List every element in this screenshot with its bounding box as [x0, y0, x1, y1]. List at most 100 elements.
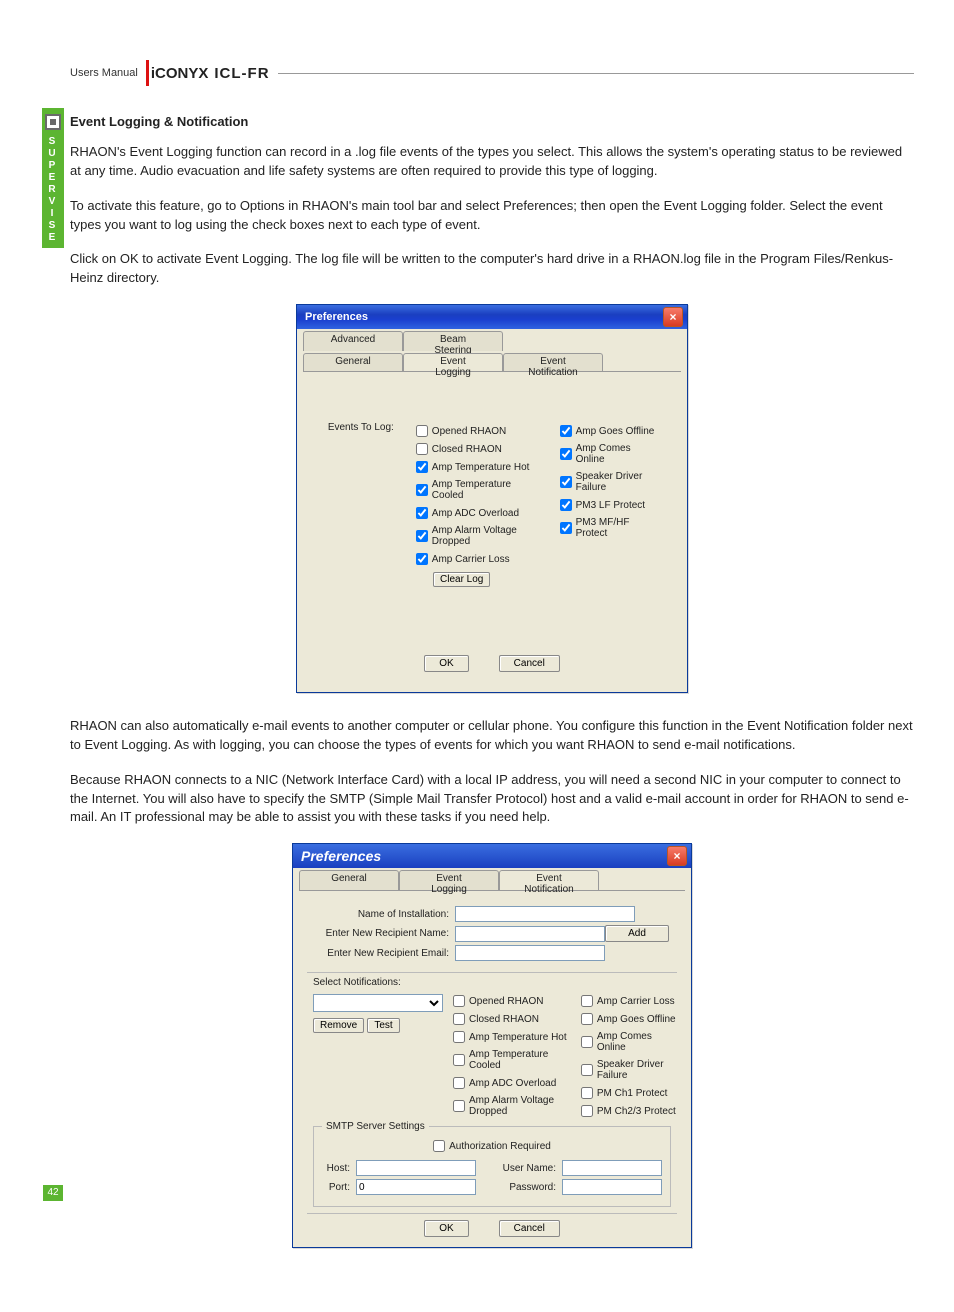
- notifications-select[interactable]: [313, 994, 443, 1012]
- checkbox-input[interactable]: [581, 995, 593, 1007]
- checkbox-input[interactable]: [453, 1077, 465, 1089]
- d1col2-check[interactable]: Amp Comes Online: [560, 443, 659, 465]
- titlebar[interactable]: Preferences ×: [293, 844, 691, 868]
- checkbox-input[interactable]: [581, 1105, 593, 1117]
- paragraph: Because RHAON connects to a NIC (Network…: [70, 771, 914, 828]
- host-label: Host:: [322, 1163, 356, 1174]
- password-input[interactable]: [562, 1179, 662, 1195]
- ok-button[interactable]: OK: [424, 655, 468, 672]
- checkbox-input[interactable]: [416, 425, 428, 437]
- d1col1-check[interactable]: Amp Temperature Hot: [416, 461, 538, 473]
- port-label: Port:: [322, 1182, 356, 1193]
- checkbox-input[interactable]: [453, 1013, 465, 1025]
- checkbox-input[interactable]: [560, 499, 572, 511]
- checkbox-input[interactable]: [416, 507, 428, 519]
- checkbox-label: Amp Comes Online: [597, 1031, 677, 1053]
- username-label: User Name:: [498, 1163, 562, 1174]
- checkbox-input[interactable]: [453, 995, 465, 1007]
- checkbox-input[interactable]: [453, 1054, 465, 1066]
- checkbox-label: Opened RHAON: [469, 996, 543, 1007]
- cancel-button[interactable]: Cancel: [499, 655, 560, 672]
- tabs: General Event Logging Event Notification: [293, 868, 691, 890]
- username-input[interactable]: [562, 1160, 662, 1176]
- checkbox-input[interactable]: [416, 530, 428, 542]
- d2col2-check[interactable]: PM Ch1 Protect: [581, 1087, 677, 1099]
- tab-event-logging[interactable]: Event Logging: [403, 353, 503, 371]
- checkbox-input[interactable]: [581, 1087, 593, 1099]
- checkbox-label: Amp Carrier Loss: [597, 996, 675, 1007]
- tab-beam-steering[interactable]: Beam Steering: [403, 331, 503, 351]
- smtp-group: SMTP Server Settings Authorization Requi…: [313, 1126, 671, 1207]
- dialog-title: Preferences: [305, 311, 663, 323]
- recipient-name-input[interactable]: [455, 926, 605, 942]
- side-tab: SUPERVISE: [42, 108, 64, 248]
- checkbox-input[interactable]: [416, 484, 428, 496]
- recipient-email-input[interactable]: [455, 945, 605, 961]
- d1col2-check[interactable]: Amp Goes Offline: [560, 425, 659, 437]
- d2col1-check[interactable]: Closed RHAON: [453, 1013, 571, 1025]
- checkbox-label: PM Ch1 Protect: [597, 1088, 668, 1099]
- host-input[interactable]: [356, 1160, 476, 1176]
- d2col1-check[interactable]: Amp Temperature Cooled: [453, 1049, 571, 1071]
- tab-icon: [45, 114, 61, 130]
- name-install-input[interactable]: [455, 906, 635, 922]
- paragraph: RHAON's Event Logging function can recor…: [70, 143, 914, 181]
- checkbox-input[interactable]: [581, 1036, 593, 1048]
- d1col1-check[interactable]: Closed RHAON: [416, 443, 538, 455]
- checkbox-input[interactable]: [560, 448, 572, 460]
- checkbox-input[interactable]: [453, 1100, 465, 1112]
- checkbox-input[interactable]: [581, 1064, 593, 1076]
- tab-general[interactable]: General: [299, 870, 399, 890]
- d1col1-check[interactable]: Amp Alarm Voltage Dropped: [416, 525, 538, 547]
- d2col1-check[interactable]: Amp Temperature Hot: [453, 1031, 571, 1043]
- d2col2-check[interactable]: Amp Comes Online: [581, 1031, 677, 1053]
- tab-event-logging[interactable]: Event Logging: [399, 870, 499, 890]
- checkbox-label: Speaker Driver Failure: [576, 471, 659, 493]
- d2col2-check[interactable]: PM Ch2/3 Protect: [581, 1105, 677, 1117]
- close-button[interactable]: ×: [667, 846, 687, 866]
- tab-advanced[interactable]: Advanced: [303, 331, 403, 351]
- remove-button[interactable]: Remove: [313, 1018, 364, 1033]
- tab-general[interactable]: General: [303, 353, 403, 371]
- checkbox-input[interactable]: [560, 425, 572, 437]
- auth-required-checkbox[interactable]: Authorization Required: [433, 1140, 551, 1152]
- checkbox-input[interactable]: [453, 1031, 465, 1043]
- header-rule: [278, 73, 914, 74]
- d2col2-check[interactable]: Amp Carrier Loss: [581, 995, 677, 1007]
- d1col1-check[interactable]: Amp Carrier Loss: [416, 553, 538, 565]
- select-notifications-label: Select Notifications:: [307, 975, 677, 990]
- side-tab-letters: SUPERVISE: [42, 136, 64, 244]
- port-input[interactable]: [356, 1179, 476, 1195]
- checkbox-label: Amp Carrier Loss: [432, 554, 510, 565]
- d2col1-check[interactable]: Amp ADC Overload: [453, 1077, 571, 1089]
- checkbox-label: Amp Temperature Cooled: [432, 479, 538, 501]
- checkbox-input[interactable]: [416, 443, 428, 455]
- checkbox-input[interactable]: [581, 1013, 593, 1025]
- d2col1-check[interactable]: Amp Alarm Voltage Dropped: [453, 1095, 571, 1117]
- tabs-lower: General Event Logging Event Notification: [297, 351, 687, 371]
- titlebar[interactable]: Preferences ×: [297, 305, 687, 329]
- d1col1-check[interactable]: Amp ADC Overload: [416, 507, 538, 519]
- d1col1-check[interactable]: Opened RHAON: [416, 425, 538, 437]
- page-number: 42: [43, 1185, 63, 1201]
- add-button[interactable]: Add: [605, 925, 669, 942]
- close-button[interactable]: ×: [663, 307, 683, 327]
- d1col1-check[interactable]: Amp Temperature Cooled: [416, 479, 538, 501]
- d1col2-check[interactable]: Speaker Driver Failure: [560, 471, 659, 493]
- test-button[interactable]: Test: [367, 1018, 399, 1033]
- page-header: Users Manual iCONYX ICL-FR: [70, 60, 914, 86]
- d2col2-check[interactable]: Amp Goes Offline: [581, 1013, 677, 1025]
- d1col2-check[interactable]: PM3 LF Protect: [560, 499, 659, 511]
- checkbox-input[interactable]: [560, 476, 572, 488]
- checkbox-input[interactable]: [416, 553, 428, 565]
- clear-log-button[interactable]: Clear Log: [433, 572, 490, 587]
- d2col2-check[interactable]: Speaker Driver Failure: [581, 1059, 677, 1081]
- name-install-label: Name of Installation:: [315, 909, 455, 920]
- tab-event-notification[interactable]: Event Notification: [499, 870, 599, 890]
- d2col1-check[interactable]: Opened RHAON: [453, 995, 571, 1007]
- checkbox-input[interactable]: [560, 522, 572, 534]
- auth-checkbox-input[interactable]: [433, 1140, 445, 1152]
- checkbox-input[interactable]: [416, 461, 428, 473]
- d1col2-check[interactable]: PM3 MF/HF Protect: [560, 517, 659, 539]
- tab-event-notification[interactable]: Event Notification: [503, 353, 603, 371]
